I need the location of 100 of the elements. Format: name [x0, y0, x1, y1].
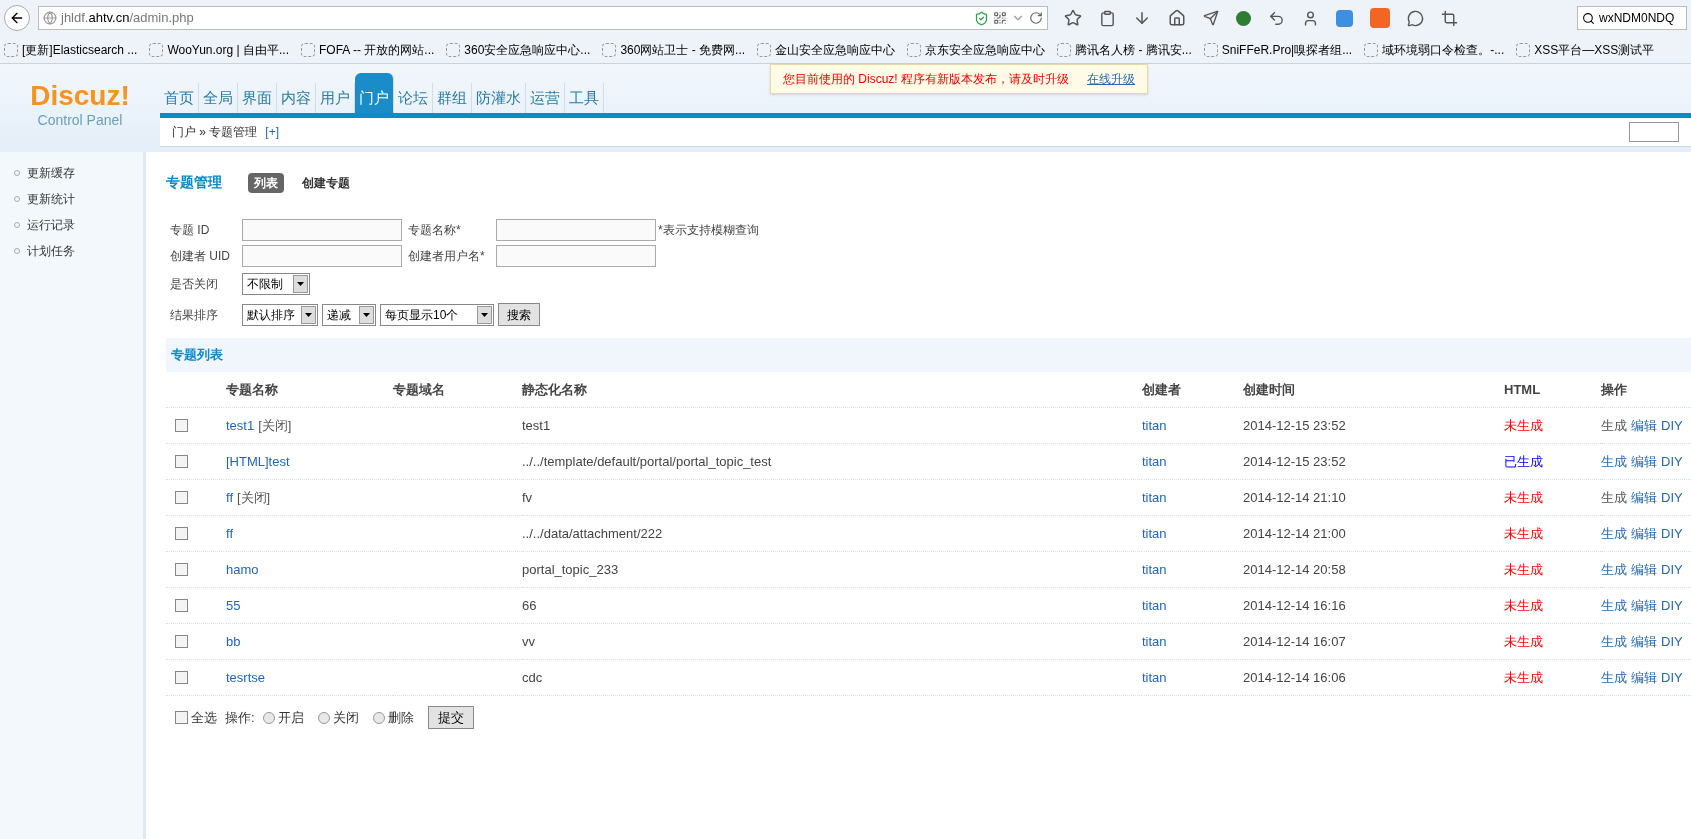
search-button[interactable]: 搜索 — [498, 303, 540, 326]
add-shortcut-link[interactable]: [+] — [265, 123, 280, 141]
bookmark[interactable]: XSS平台—XSS测试平 — [1516, 40, 1655, 59]
nav-tab[interactable]: 门户 — [355, 73, 394, 113]
checkbox[interactable] — [175, 671, 188, 684]
radio-button[interactable] — [317, 711, 330, 724]
bookmark[interactable]: 360安全应急响应中心... — [446, 40, 591, 59]
closed-select[interactable]: 不限制 — [242, 273, 310, 295]
bookmark[interactable]: 腾讯名人榜 - 腾讯安... — [1057, 40, 1192, 59]
action-link[interactable]: DIY — [1661, 667, 1683, 688]
input-field[interactable] — [496, 245, 656, 267]
action-link[interactable]: 编辑 — [1631, 523, 1657, 544]
undo-icon[interactable] — [1268, 9, 1285, 27]
bookmark[interactable]: 金山安全应急响应中心 — [757, 40, 896, 59]
checkbox[interactable] — [175, 455, 188, 468]
crop-icon[interactable] — [1441, 9, 1458, 27]
action-link[interactable]: 编辑 — [1631, 667, 1657, 688]
action-link[interactable]: DIY — [1661, 559, 1683, 580]
action-link[interactable]: 生成 — [1601, 595, 1627, 616]
creator-link[interactable]: titan — [1142, 559, 1167, 580]
nav-tab[interactable]: 全局 — [199, 83, 238, 113]
nav-tab[interactable]: 群组 — [433, 83, 472, 113]
nav-tab[interactable]: 界面 — [238, 83, 277, 113]
creator-link[interactable]: titan — [1142, 667, 1167, 688]
action-link[interactable]: DIY — [1661, 487, 1683, 508]
chat-icon[interactable] — [1407, 9, 1424, 27]
topic-link[interactable]: ff — [226, 523, 233, 544]
action-link[interactable]: 编辑 — [1631, 595, 1657, 616]
topic-link[interactable]: hamo — [226, 559, 259, 580]
input-field[interactable] — [242, 245, 402, 267]
order-select[interactable]: 递减 — [322, 303, 376, 326]
checkbox[interactable] — [175, 711, 188, 724]
select-all-label[interactable]: 全选 — [191, 707, 217, 728]
checkbox[interactable] — [175, 527, 188, 540]
per-page-select[interactable]: 每页显示10个 — [380, 303, 494, 326]
bookmark[interactable]: 域环境弱口令检查。-... — [1364, 40, 1505, 59]
sidebar-item[interactable]: 计划任务 — [0, 242, 143, 260]
bookmark[interactable]: FOFA -- 开放的网站... — [301, 40, 435, 59]
radio-label[interactable]: 删除 — [387, 707, 414, 728]
shield-icon[interactable] — [974, 10, 989, 26]
submit-button[interactable]: 提交 — [427, 706, 474, 729]
action-link[interactable]: DIY — [1661, 451, 1683, 472]
action-link[interactable]: 生成 — [1601, 559, 1627, 580]
download-icon[interactable] — [1133, 9, 1151, 27]
creator-link[interactable]: titan — [1142, 487, 1167, 508]
bookmark[interactable]: WooYun.org | 自由平... — [149, 40, 289, 59]
action-link[interactable]: DIY — [1661, 415, 1683, 436]
back-button[interactable] — [4, 5, 30, 31]
address-bar[interactable]: jhldf.ahtv.cn/admin.php — [38, 6, 1048, 30]
reload-icon[interactable] — [1029, 11, 1043, 25]
page-tab[interactable]: 列表 — [248, 172, 284, 193]
checkbox[interactable] — [175, 491, 188, 504]
action-link[interactable]: 生成 — [1601, 667, 1627, 688]
creator-link[interactable]: titan — [1142, 451, 1167, 472]
checkbox[interactable] — [175, 419, 188, 432]
action-link[interactable]: 生成 — [1601, 631, 1627, 652]
creator-link[interactable]: titan — [1142, 595, 1167, 616]
topic-link[interactable]: test1 — [226, 415, 255, 436]
top-search-field[interactable] — [1629, 122, 1679, 142]
clipboard-icon[interactable] — [1099, 9, 1116, 27]
nav-tab[interactable]: 工具 — [565, 83, 604, 113]
bookmark[interactable]: SniFFeR.Pro|嗅探者组... — [1203, 40, 1353, 59]
qr-code-icon[interactable] — [993, 11, 1007, 25]
topic-link[interactable]: bb — [226, 631, 241, 652]
input-field[interactable] — [242, 219, 402, 241]
checkbox[interactable] — [175, 599, 188, 612]
bookmark[interactable]: 360网站卫士 - 免费网... — [602, 40, 746, 59]
nav-tab[interactable]: 论坛 — [394, 83, 433, 113]
action-link[interactable]: 编辑 — [1631, 631, 1657, 652]
action-link[interactable]: 编辑 — [1631, 487, 1657, 508]
action-link[interactable]: 编辑 — [1631, 415, 1657, 436]
action-link[interactable]: 编辑 — [1631, 451, 1657, 472]
topic-link[interactable]: tesrtse — [226, 667, 265, 688]
action-link[interactable]: DIY — [1661, 631, 1683, 652]
radio-button[interactable] — [262, 711, 275, 724]
upgrade-link[interactable]: 在线升级 — [1087, 70, 1135, 88]
creator-link[interactable]: titan — [1142, 415, 1167, 436]
star-icon[interactable] — [1064, 9, 1082, 27]
checkbox[interactable] — [175, 635, 188, 648]
sidebar-item[interactable]: 运行记录 — [0, 216, 143, 234]
topic-link[interactable]: 55 — [226, 595, 241, 616]
bookmark[interactable]: 京东安全应急响应中心 — [907, 40, 1046, 59]
nav-tab[interactable]: 运营 — [526, 83, 565, 113]
user-icon[interactable] — [1302, 9, 1319, 27]
checkbox[interactable] — [175, 563, 188, 576]
creator-link[interactable]: titan — [1142, 631, 1167, 652]
page-tab[interactable]: 创建专题 — [296, 172, 356, 193]
home-icon[interactable] — [1168, 9, 1186, 27]
sort-select[interactable]: 默认排序 — [242, 303, 318, 326]
nav-tab[interactable]: 内容 — [277, 83, 316, 113]
action-link[interactable]: DIY — [1661, 523, 1683, 544]
action-link[interactable]: 编辑 — [1631, 559, 1657, 580]
creator-link[interactable]: titan — [1142, 523, 1167, 544]
action-link[interactable]: 生成 — [1601, 451, 1627, 472]
sidebar-item[interactable]: 更新统计 — [0, 190, 143, 208]
send-icon[interactable] — [1203, 10, 1219, 26]
radio-label[interactable]: 关闭 — [332, 707, 359, 728]
nav-tab[interactable]: 首页 — [160, 83, 199, 113]
topic-link[interactable]: ff — [226, 487, 233, 508]
action-link[interactable]: DIY — [1661, 595, 1683, 616]
